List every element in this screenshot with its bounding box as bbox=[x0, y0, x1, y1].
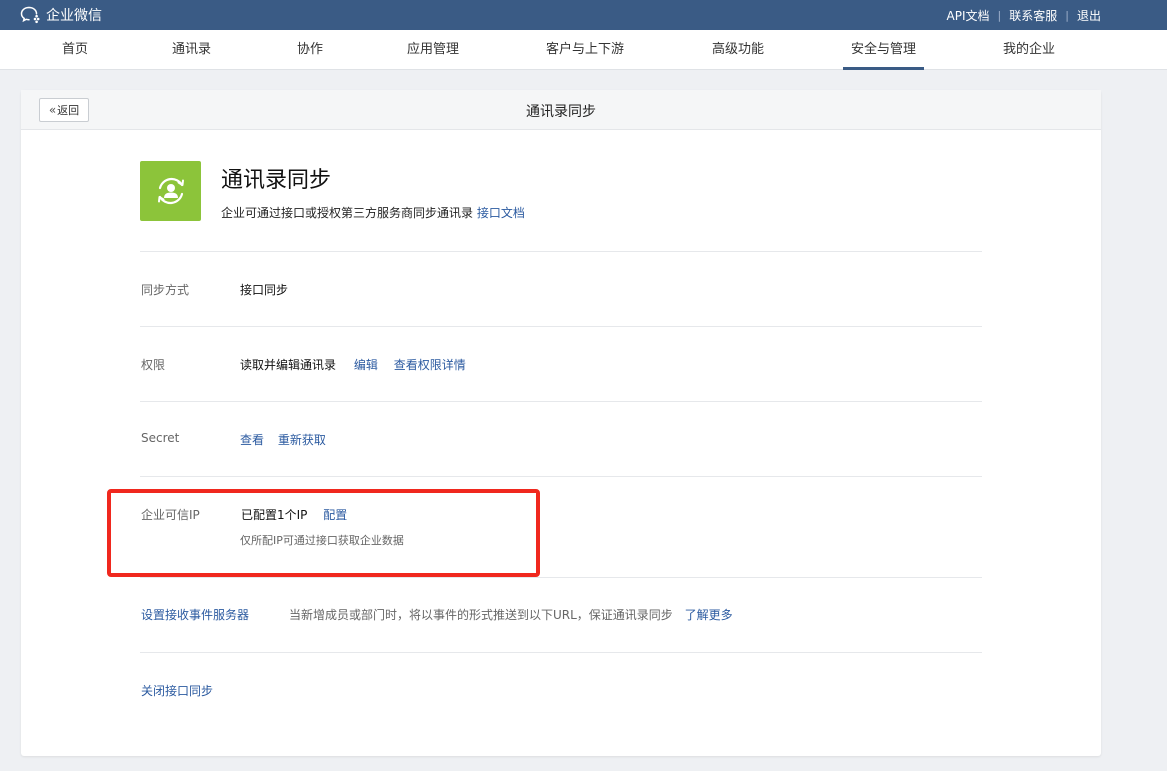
learn-more-link[interactable]: 了解更多 bbox=[685, 608, 733, 622]
divider bbox=[140, 401, 982, 402]
link-separator: | bbox=[997, 9, 1002, 22]
top-bar: 企业微信 API文档 | 联系客服 | 退出 bbox=[0, 0, 1167, 30]
panel-title: 通讯录同步 bbox=[526, 104, 596, 120]
edit-permission-link[interactable]: 编辑 bbox=[354, 358, 378, 372]
sync-mode-label: 同步方式 bbox=[141, 283, 190, 297]
app-icon bbox=[140, 161, 201, 221]
contact-support-link[interactable]: 联系客服 bbox=[1009, 7, 1057, 24]
view-secret-link[interactable]: 查看 bbox=[240, 433, 264, 447]
permission-label: 权限 bbox=[141, 358, 166, 372]
divider bbox=[140, 476, 982, 477]
nav-collaboration[interactable]: 协作 bbox=[297, 30, 323, 70]
wecom-logo-icon bbox=[20, 6, 40, 24]
main-nav: 首页 通讯录 协作 应用管理 客户与上下游 高级功能 安全与管理 我的企业 bbox=[0, 30, 1167, 70]
api-doc-link[interactable]: 接口文档 bbox=[477, 206, 525, 220]
permission-row: 读取并编辑通讯录 编辑 查看权限详情 bbox=[240, 356, 466, 373]
nav-app-management[interactable]: 应用管理 bbox=[407, 30, 459, 70]
secret-label: Secret bbox=[141, 431, 180, 445]
nav-advanced[interactable]: 高级功能 bbox=[712, 30, 764, 70]
sync-user-icon bbox=[157, 177, 184, 205]
divider bbox=[140, 652, 982, 653]
panel-header: « 返回 通讯录同步 bbox=[21, 90, 1101, 130]
permission-value: 读取并编辑通讯录 bbox=[240, 358, 337, 372]
refresh-secret-link[interactable]: 重新获取 bbox=[278, 433, 326, 447]
content-panel: « 返回 通讯录同步 通讯录同步 企业可通过接口或授权第三方服务商同步通讯录 接… bbox=[21, 90, 1101, 756]
brand-name: 企业微信 bbox=[46, 8, 102, 24]
logout-link[interactable]: 退出 bbox=[1077, 7, 1101, 24]
api-docs-link[interactable]: API文档 bbox=[947, 7, 990, 24]
nav-my-enterprise[interactable]: 我的企业 bbox=[1003, 30, 1055, 70]
nav-security[interactable]: 安全与管理 bbox=[842, 30, 925, 70]
nav-contacts[interactable]: 通讯录 bbox=[172, 30, 211, 70]
close-sync-link[interactable]: 关闭接口同步 bbox=[141, 682, 213, 699]
divider bbox=[140, 577, 982, 578]
highlight-box bbox=[107, 489, 540, 577]
app-title: 通讯录同步 bbox=[221, 168, 332, 193]
app-description: 企业可通过接口或授权第三方服务商同步通讯录 接口文档 bbox=[221, 204, 525, 221]
brand-logo[interactable]: 企业微信 bbox=[20, 5, 102, 25]
permission-detail-link[interactable]: 查看权限详情 bbox=[394, 358, 466, 372]
link-separator: | bbox=[1065, 9, 1069, 22]
secret-row: 查看 重新获取 bbox=[240, 431, 326, 448]
app-description-text: 企业可通过接口或授权第三方服务商同步通讯录 bbox=[221, 206, 474, 220]
nav-home[interactable]: 首页 bbox=[62, 30, 88, 70]
top-links: API文档 | 联系客服 | 退出 bbox=[947, 7, 1101, 24]
sync-mode-value: 接口同步 bbox=[240, 283, 289, 297]
divider bbox=[140, 326, 982, 327]
event-server-description: 当新增成员或部门时，将以事件的形式推送到以下URL，保证通讯录同步 了解更多 bbox=[289, 606, 733, 623]
nav-customers[interactable]: 客户与上下游 bbox=[546, 30, 624, 70]
event-server-text: 当新增成员或部门时，将以事件的形式推送到以下URL，保证通讯录同步 bbox=[289, 608, 673, 622]
divider bbox=[140, 251, 982, 252]
event-server-link[interactable]: 设置接收事件服务器 bbox=[141, 606, 249, 623]
